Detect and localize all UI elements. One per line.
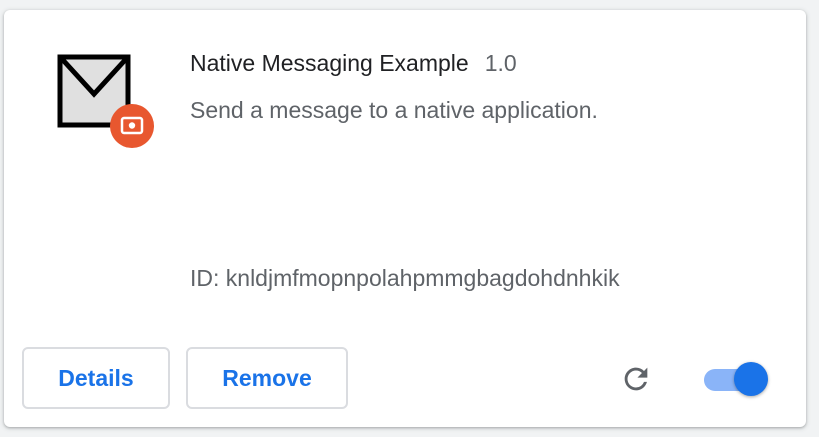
extension-description: Send a message to a native application. <box>190 97 598 123</box>
reload-icon[interactable] <box>619 362 653 396</box>
extension-id: ID: knldjmfmopnpolahpmmgbagdohdnhkik <box>190 265 620 291</box>
envelope-icon <box>56 54 156 158</box>
details-button[interactable]: Details <box>22 347 170 409</box>
extension-card: Native Messaging Example 1.0 Send a mess… <box>4 10 806 427</box>
enable-toggle[interactable] <box>704 362 770 396</box>
extension-name: Native Messaging Example <box>190 50 469 76</box>
native-app-badge-icon <box>110 104 154 148</box>
remove-button[interactable]: Remove <box>186 347 348 409</box>
extension-version: 1.0 <box>484 50 517 76</box>
extension-title-row: Native Messaging Example 1.0 <box>190 50 517 77</box>
toggle-knob <box>734 362 768 396</box>
